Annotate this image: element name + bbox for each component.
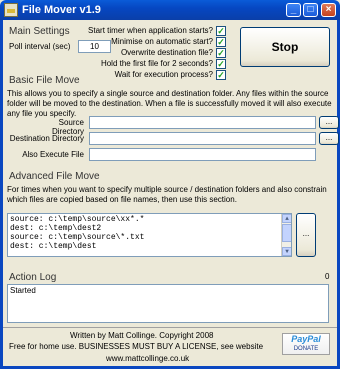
footer-website-link[interactable]: www.mattcollinge.co.uk [106,354,189,363]
option-label: Wait for execution process? [114,70,213,79]
option-label: Overwrite destination file? [120,48,213,57]
option-minimise[interactable]: Minimise on automatic start? ✓ [76,36,226,47]
stop-button[interactable]: Stop [240,27,330,67]
action-log-heading: Action Log [9,272,57,283]
exec-file-input[interactable] [89,148,316,161]
paypal-donate-button[interactable]: PayPal DONATE [282,333,330,355]
checkbox-start-timer[interactable]: ✓ [216,25,226,36]
basic-move-description: This allows you to specify a single sour… [7,89,332,118]
list-item[interactable]: dest: c:\temp\dest [8,242,291,251]
poll-interval-label: Poll interval (sec) [9,42,71,51]
footer-credit: Written by Matt Collinge. Copyright 2008 [70,331,214,340]
scroll-thumb[interactable] [282,224,291,242]
window-title: File Mover v1.9 [22,4,101,16]
option-label: Minimise on automatic start? [111,37,213,46]
advanced-browse-button[interactable]: ... [296,213,316,257]
checkbox-hold-file[interactable]: ✓ [216,58,226,69]
main-settings-heading: Main Settings [9,26,70,37]
source-browse-button[interactable]: ... [319,116,339,129]
footer-divider [3,327,337,328]
option-label: Hold the first file for 2 seconds? [100,59,213,68]
option-label: Start timer when application starts? [88,26,213,35]
list-item[interactable]: source: c:\temp\source\xx*.* [8,215,291,224]
option-wait-exec[interactable]: Wait for execution process? ✓ [76,69,226,80]
paypal-brand-b: Pal [307,334,321,344]
paypal-brand-a: Pay [291,334,308,344]
list-item[interactable]: dest: c:\temp\dest2 [8,224,291,233]
list-scrollbar[interactable]: ▲ ▼ [281,214,291,256]
maximize-button[interactable]: □ [303,3,318,17]
option-start-timer[interactable]: Start timer when application starts? ✓ [76,25,226,36]
title-bar[interactable]: File Mover v1.9 _ □ × [0,0,340,20]
minimize-button[interactable]: _ [286,3,301,17]
scroll-up-icon[interactable]: ▲ [282,214,291,223]
scroll-down-icon[interactable]: ▼ [282,247,291,256]
checkbox-overwrite[interactable]: ✓ [216,47,226,58]
paypal-donate-label: DONATE [293,346,319,352]
list-item[interactable]: source: c:\temp\source\*.txt [8,233,291,242]
dest-dir-input[interactable] [89,132,316,145]
advanced-rules-list[interactable]: source: c:\temp\source\xx*.* dest: c:\te… [7,213,292,257]
paypal-logo: PayPal [283,334,329,345]
checkbox-minimise[interactable]: ✓ [216,36,226,47]
action-log-box[interactable]: Started [7,284,329,323]
dest-browse-button[interactable]: ... [319,132,339,145]
advanced-move-heading: Advanced File Move [9,171,100,182]
advanced-move-description: For times when you want to specify multi… [7,185,327,204]
dest-dir-label: Destination Directory [9,134,84,143]
option-hold-file[interactable]: Hold the first file for 2 seconds? ✓ [76,58,226,69]
log-counter: 0 [325,272,330,281]
option-overwrite[interactable]: Overwrite destination file? ✓ [76,47,226,58]
checkbox-wait-exec[interactable]: ✓ [216,69,226,80]
source-dir-input[interactable] [89,116,316,129]
folder-app-icon [4,3,18,17]
close-button[interactable]: × [321,3,336,17]
exec-file-label: Also Execute File [22,150,84,159]
basic-move-heading: Basic File Move [9,75,80,86]
footer-license: Free for home use. BUSINESSES MUST BUY A… [9,342,264,351]
